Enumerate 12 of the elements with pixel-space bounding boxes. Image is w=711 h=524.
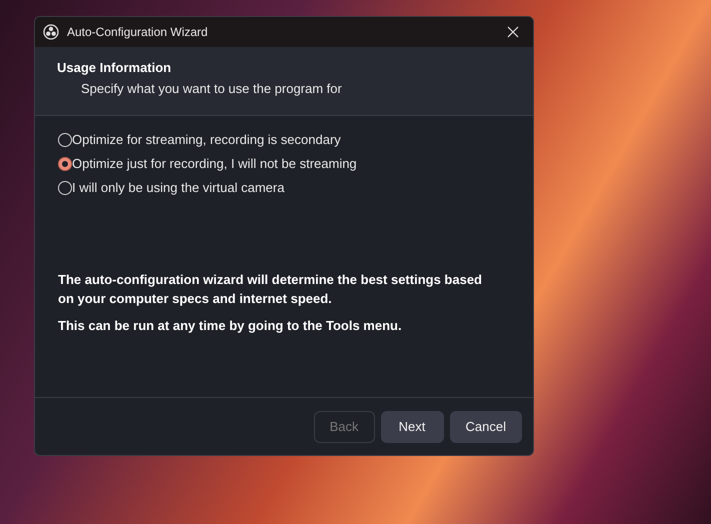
- info-text: This can be run at any time by going to the Tools menu.: [58, 317, 403, 335]
- dialog-button[interactable]: Next: [380, 410, 444, 442]
- window-title: Auto-Configuration Wizard: [67, 24, 208, 41]
- close-icon: [507, 26, 519, 38]
- page-subtitle: Specify what you want to use the program for: [81, 80, 342, 98]
- info-text: The auto-configuration wizard will determine the best settings based on your computer specs and internet speed.: [58, 271, 483, 308]
- dialog-button[interactable]: Cancel: [450, 410, 522, 442]
- app-logo-icon: [43, 24, 59, 40]
- radio-option[interactable]: I will only be using the virtual camera: [58, 178, 510, 197]
- radio-option[interactable]: Optimize just for recording, I will not be streaming: [58, 154, 510, 173]
- radio-option[interactable]: Optimize for streaming, recording is secondary: [58, 130, 510, 149]
- page-title: Usage Information: [57, 59, 172, 77]
